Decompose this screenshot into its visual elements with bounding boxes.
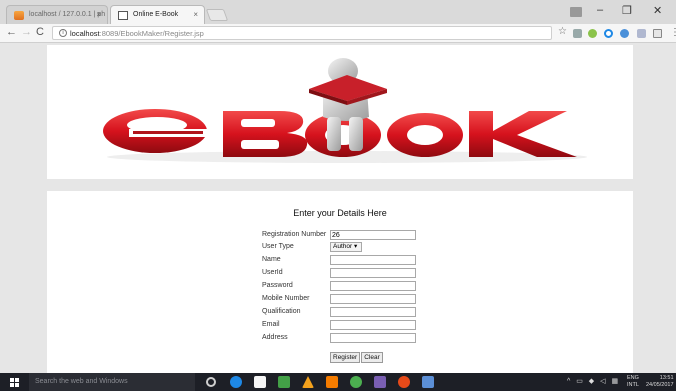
logo-letter-k bbox=[469, 111, 577, 157]
app-icon[interactable] bbox=[422, 376, 434, 388]
extension-icon[interactable] bbox=[588, 29, 597, 38]
browser-tab-bar: localhost / 127.0.0.1 | ph × Online E-Bo… bbox=[0, 0, 676, 24]
email-input[interactable] bbox=[330, 320, 416, 330]
info-icon[interactable]: i bbox=[59, 29, 67, 37]
edge-browser-icon[interactable] bbox=[230, 376, 242, 388]
logo-letter-o bbox=[387, 113, 463, 157]
close-icon[interactable]: × bbox=[193, 10, 198, 19]
tab-online-ebook[interactable]: Online E-Book × bbox=[110, 5, 205, 24]
photos-app-icon[interactable] bbox=[326, 376, 338, 388]
password-label: Password bbox=[262, 282, 293, 289]
name-label: Name bbox=[262, 256, 281, 263]
url-host: localhost bbox=[70, 29, 100, 38]
qualification-input[interactable] bbox=[330, 307, 416, 317]
user-type-label: User Type bbox=[262, 243, 294, 250]
maximize-button[interactable]: ❐ bbox=[622, 4, 632, 17]
user-type-select[interactable]: Author ▾ bbox=[330, 242, 362, 252]
email-label: Email bbox=[262, 321, 280, 328]
userid-label: UserId bbox=[262, 269, 283, 276]
system-tray-icons[interactable]: ^ ▭ ◆ ◁ ▦ bbox=[567, 377, 620, 385]
clock-time: 13:51 bbox=[659, 375, 674, 381]
windows-taskbar: Search the web and Windows ^ ▭ ◆ ◁ ▦ ENG… bbox=[0, 373, 676, 391]
reload-icon[interactable]: C bbox=[36, 26, 44, 38]
extension-icon[interactable] bbox=[653, 29, 662, 38]
chevron-down-icon: ▾ bbox=[353, 243, 358, 250]
close-icon[interactable]: × bbox=[96, 10, 101, 19]
vlc-icon[interactable] bbox=[302, 376, 314, 388]
address-input[interactable] bbox=[330, 333, 416, 343]
language-code: ENG bbox=[627, 375, 639, 381]
page-favicon-icon bbox=[118, 11, 128, 20]
mail-app-icon[interactable] bbox=[278, 376, 290, 388]
mobile-number-input[interactable] bbox=[330, 294, 416, 304]
forward-arrow-icon[interactable]: → bbox=[21, 26, 32, 38]
phpmyadmin-favicon-icon bbox=[14, 11, 24, 20]
registration-number-input[interactable] bbox=[330, 230, 416, 240]
store-icon[interactable] bbox=[254, 376, 266, 388]
browser-menu-icon[interactable]: ⋮ bbox=[670, 27, 676, 38]
url-path: :8089/EbookMaker/Register.jsp bbox=[99, 29, 204, 38]
taskbar-search-box[interactable]: Search the web and Windows bbox=[29, 373, 195, 391]
qualification-label: Qualification bbox=[262, 308, 301, 315]
logo-letter-e bbox=[103, 109, 207, 153]
register-button[interactable]: Register bbox=[330, 352, 361, 363]
page-viewport: Enter your Details Here Registration Num… bbox=[0, 43, 676, 373]
tab-title: Online E-Book bbox=[133, 11, 179, 18]
registration-form: Enter your Details Here Registration Num… bbox=[47, 191, 633, 373]
extension-icon[interactable] bbox=[620, 29, 629, 38]
userid-input[interactable] bbox=[330, 268, 416, 278]
task-view-icon[interactable] bbox=[206, 377, 216, 387]
address-label: Address bbox=[262, 334, 288, 341]
clear-button[interactable]: Clear bbox=[361, 352, 383, 363]
ebook-logo-image bbox=[103, 58, 587, 163]
language-layout: INTL bbox=[627, 382, 639, 388]
extension-icon[interactable] bbox=[573, 29, 582, 38]
language-indicator[interactable]: ENG INTL bbox=[627, 375, 639, 389]
firefox-icon[interactable] bbox=[398, 376, 410, 388]
taskbar-clock[interactable]: 13:51 24/05/2017 bbox=[646, 375, 674, 389]
app-icon[interactable] bbox=[374, 376, 386, 388]
close-window-button[interactable]: ✕ bbox=[653, 4, 662, 17]
form-buttons: Register Clear bbox=[330, 346, 384, 364]
logo-letter-b bbox=[223, 111, 308, 157]
new-tab-button[interactable] bbox=[205, 9, 229, 21]
user-type-value: Author bbox=[333, 243, 353, 250]
chrome-icon[interactable] bbox=[350, 376, 362, 388]
extension-icon[interactable] bbox=[604, 29, 613, 38]
form-title: Enter your Details Here bbox=[293, 208, 387, 218]
windows-start-icon[interactable] bbox=[10, 378, 19, 387]
name-input[interactable] bbox=[330, 255, 416, 265]
tab-title: localhost / 127.0.0.1 | ph bbox=[29, 11, 106, 18]
clock-date: 24/05/2017 bbox=[646, 382, 674, 388]
back-arrow-icon[interactable]: ← bbox=[6, 26, 17, 38]
mobile-number-label: Mobile Number bbox=[262, 295, 310, 302]
browser-toolbar: ← → C i localhost:8089/EbookMaker/Registe… bbox=[0, 24, 676, 43]
bookmark-star-icon[interactable]: ☆ bbox=[558, 26, 567, 37]
tab-phpmyadmin[interactable]: localhost / 127.0.0.1 | ph × bbox=[6, 5, 108, 24]
profile-icon[interactable] bbox=[570, 7, 582, 17]
extension-icon[interactable] bbox=[637, 29, 646, 38]
password-input[interactable] bbox=[330, 281, 416, 291]
ebook-banner bbox=[47, 45, 633, 179]
minimize-button[interactable]: – bbox=[597, 4, 603, 16]
address-bar[interactable]: i localhost:8089/EbookMaker/Register.jsp bbox=[52, 26, 552, 40]
registration-number-label: Registration Number bbox=[262, 231, 327, 238]
